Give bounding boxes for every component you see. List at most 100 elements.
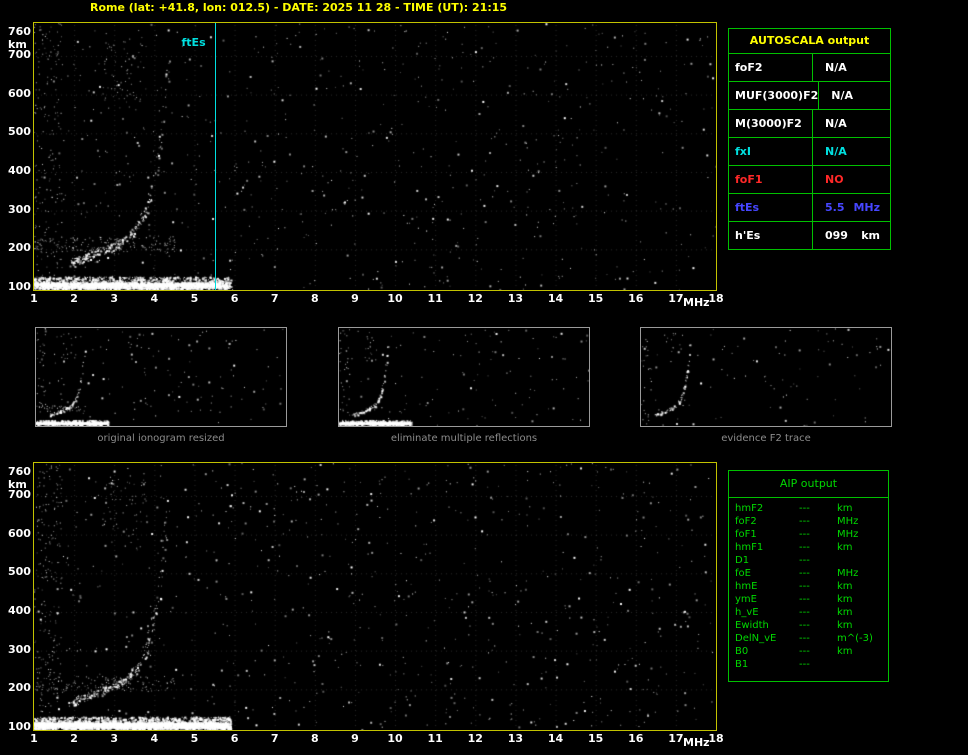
aip-row-label: h_vE [735,607,759,618]
aip-row-foF1: foF1 --- MHz [729,528,888,541]
x-tick-6: 6 [230,732,239,745]
x-tick-11: 11 [427,292,443,305]
x-tick-15: 15 [587,732,604,745]
autoscala-row-label: foF2 [729,54,813,81]
x-tick-12: 12 [467,732,483,745]
x-tick-16: 16 [628,732,644,745]
autoscala-row-value: N/A [825,61,847,74]
aip-row-label: hmF2 [735,503,764,514]
aip-row-label: D1 [735,555,750,566]
y-tick-760: 760 [8,24,31,38]
y-axis-unit-main: km [8,38,27,51]
thumbnail-eliminate-reflections [338,327,590,427]
autoscala-table-header: AUTOSCALA output [729,29,890,54]
x-tick-13: 13 [507,292,524,305]
y-tick-400: 400 [8,163,31,177]
aip-row-label: Ewidth [735,620,769,631]
autoscala-row-value: 099 km [813,222,890,249]
x-tick-14: 14 [547,732,564,745]
autoscala-row-value: N/A [831,89,853,102]
x-tick-11: 11 [427,732,443,745]
aip-row-unit [837,554,888,567]
x-axis-labels-main: 1 2 3 4 5 6 7 8 9 10 11 12 13 14 15 16 17 18 [30,292,734,305]
y-tick-300: 300 [8,642,31,656]
autoscala-row-label: M(3000)F2 [729,110,813,137]
aip-row-DelN_vE: DelN_vE --- m^(-3) [729,632,888,645]
y-tick-600: 600 [8,86,31,100]
aip-row-unit: km [837,542,853,553]
aip-row-label: DelN_vE [735,633,777,644]
x-tick-8: 8 [310,732,319,745]
aip-row-unit: km [837,646,853,657]
autoscala-row-h'Es: h'Es 099 km [729,222,890,249]
thumbnail-caption-reflections: eliminate multiple reflections [390,433,538,444]
aip-row-value: --- [799,633,810,644]
autoscala-row-value: 5.5 MHz [813,194,890,221]
x-tick-2: 2 [70,292,78,305]
aip-row-hmF2: hmF2 --- km [729,502,888,515]
aip-row-Ewidth: Ewidth --- km [729,619,888,632]
autoscala-row-value: N/A [825,145,847,158]
x-tick-15: 15 [587,292,604,305]
y-tick-760: 760 [8,464,31,478]
x-tick-1: 1 [30,292,38,305]
autoscala-row-ftEs: ftEs 5.5 MHz [729,194,890,222]
x-tick-5: 5 [190,292,199,305]
aip-row-value: --- [799,568,810,579]
x-tick-7: 7 [270,292,279,305]
aip-row-value: --- [799,594,810,605]
aip-table-body: hmF2 --- km foF2 --- MHz foF1 --- MHz hmF1 --- km D1… [729,502,888,671]
aip-row-foF2: foF2 --- MHz [729,515,888,528]
aip-row-value: --- [799,503,810,514]
autoscala-row-value-number: 5.5 [825,201,845,214]
x-tick-3: 3 [110,732,119,745]
aip-row-value: --- [799,607,810,618]
autoscala-row-value-number: 099 [825,229,848,242]
x-tick-10: 10 [387,292,403,305]
x-tick-13: 13 [507,732,524,745]
y-tick-200: 200 [8,241,31,255]
aip-row-label: hmE [735,581,758,592]
x-tick-4: 4 [150,732,159,745]
aip-row-value: --- [799,542,810,553]
y-tick-600: 600 [8,526,31,540]
aip-row-value: --- [799,581,810,592]
y-tick-500: 500 [8,125,31,139]
aip-row-ymE: ymE --- km [729,593,888,606]
aip-row-value: --- [799,529,810,540]
x-tick-10: 10 [387,732,403,745]
aip-row-value: --- [799,646,810,657]
aip-row-unit: km [837,581,853,592]
autoscala-row-foF2: foF2 N/A [729,54,890,82]
autoscala-row-value-unit: km [861,229,880,242]
aip-row-unit: MHz [837,516,859,527]
x-tick-4: 4 [150,292,159,305]
ftes-marker-line [214,23,216,290]
y-tick-200: 200 [8,681,31,695]
ionogram-plot-processed [33,462,717,731]
x-tick-6: 6 [230,292,239,305]
aip-row-label: foE [735,568,751,579]
x-tick-9: 9 [351,732,359,745]
y-axis-labels-processed: 760 700 600 500 400 300 200 100 [8,462,34,732]
y-axis-unit-processed: km [8,478,27,491]
autoscala-window: Rome (lat: +41.8, lon: 012.5) - DATE: 20… [0,0,968,755]
aip-row-unit: MHz [837,568,859,579]
aip-row-unit: km [837,620,853,631]
autoscala-row-M(3000)F2: M(3000)F2 N/A [729,110,890,138]
thumbnail-caption-f2: evidence F2 trace [721,433,811,444]
autoscala-row-fxI: fxI N/A [729,138,890,166]
autoscala-row-value: NO [825,173,844,186]
aip-row-B0: B0 --- km [729,645,888,658]
aip-row-label: B0 [735,646,749,657]
ionogram-canvas-processed [34,463,716,730]
autoscala-row-label: ftEs [729,194,813,221]
autoscala-row-label: MUF(3000)F2 [729,82,820,109]
autoscala-row-value-unit: MHz [853,201,880,214]
aip-row-hmF1: hmF1 --- km [729,541,888,554]
ionogram-canvas-main [34,23,716,290]
x-tick-5: 5 [190,732,199,745]
aip-row-unit: km [837,594,853,605]
autoscala-row-label: fxI [729,138,813,165]
autoscala-row-label: foF1 [729,166,813,193]
